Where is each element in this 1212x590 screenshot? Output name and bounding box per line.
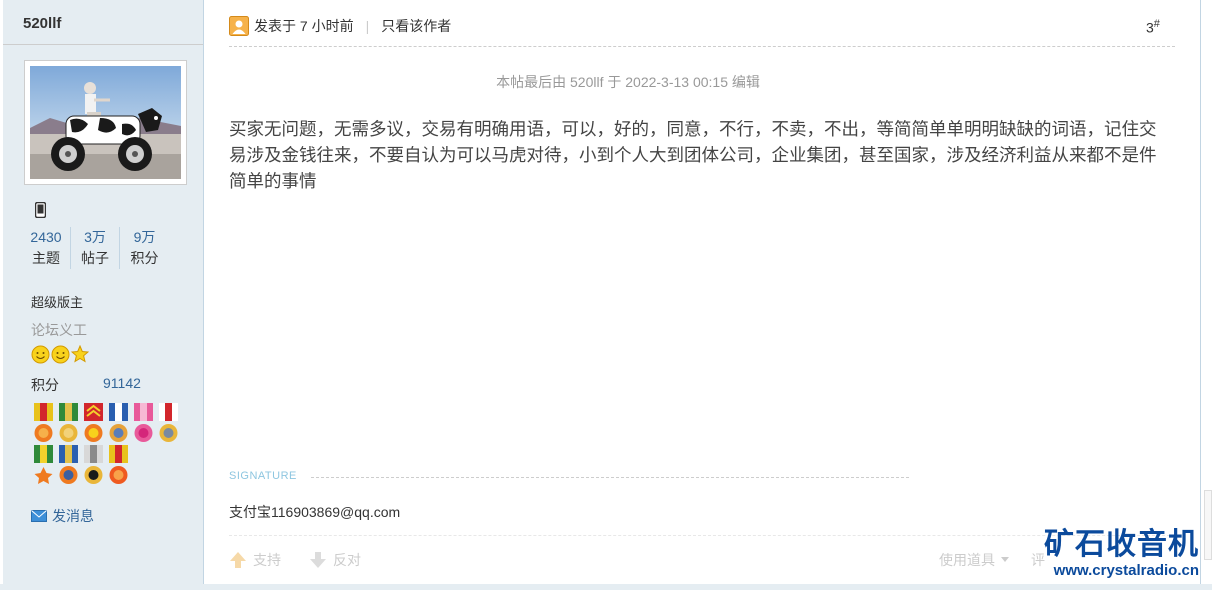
watermark-title: 矿石收音机 — [1044, 527, 1199, 562]
post-content: 买家无问题，无需多议，交易有明确用语，可以，好的，同意，不行，不卖，不出，等简简… — [229, 119, 1157, 191]
medal-icon[interactable] — [31, 403, 56, 445]
author-sidebar: 520llf 2430 主题 3万 帖子 9万 积分 超级版主 论坛义工 积分 … — [3, 0, 204, 584]
floor-value: 3 — [1146, 19, 1154, 36]
floor-mark: # — [1153, 18, 1160, 30]
support-label: 支持 — [253, 552, 281, 568]
rank-stars — [31, 345, 89, 364]
user-online-icon — [229, 16, 249, 36]
medal-list — [31, 403, 187, 487]
avatar-image — [30, 66, 181, 179]
signature-text: 支付宝116903869@qq.com — [229, 504, 401, 520]
separator: | — [365, 18, 370, 34]
edited-note: 本帖最后由 520llf 于 2022-3-13 00:15 编辑 — [496, 74, 760, 90]
bottom-strip — [0, 584, 1212, 590]
points-value: 91142 — [103, 375, 141, 391]
send-message-label: 发消息 — [52, 508, 94, 524]
oppose-button[interactable]: 反对 — [309, 550, 361, 570]
medal-icon[interactable] — [31, 445, 56, 487]
sun-icon — [31, 345, 50, 364]
stat-label: 帖子 — [81, 250, 109, 266]
footer-divider — [229, 535, 1175, 536]
medal-icon[interactable] — [56, 403, 81, 445]
signature-divider — [311, 477, 909, 478]
content-border — [1200, 0, 1201, 584]
stat-credits[interactable]: 9万 积分 — [120, 227, 169, 269]
medal-icon[interactable] — [56, 445, 81, 487]
medal-icon[interactable] — [131, 403, 156, 445]
author-only-link[interactable]: 只看该作者 — [381, 16, 451, 36]
medal-icon[interactable] — [81, 403, 106, 445]
medal-icon[interactable] — [156, 403, 181, 445]
oppose-label: 反对 — [333, 552, 361, 568]
support-button[interactable]: 支持 — [229, 550, 281, 570]
user-group[interactable]: 超级版主 — [31, 292, 83, 311]
use-tools-button[interactable]: 使用道具 — [939, 550, 1009, 570]
envelope-icon — [31, 510, 47, 522]
medal-icon[interactable] — [106, 403, 131, 445]
medal-icon[interactable] — [106, 445, 131, 487]
stat-label: 积分 — [130, 250, 159, 266]
stat-value: 9万 — [133, 229, 156, 245]
post-header: 发表于 7 小时前 | 只看该作者 — [229, 16, 451, 36]
post-time: 发表于 7 小时前 — [254, 18, 354, 34]
chevron-down-icon — [1001, 557, 1009, 562]
divider — [3, 44, 203, 45]
rate-button[interactable]: 评 — [1031, 550, 1045, 570]
signature-label: SIGNATURE — [229, 470, 297, 482]
post-body: 发表于 7 小时前 | 只看该作者 3# 本帖最后由 520llf 于 2022… — [205, 0, 1201, 584]
site-watermark: 矿石收音机 www.crystalradio.cn — [1044, 528, 1199, 580]
stat-value: 2430 — [30, 229, 62, 245]
stat-threads[interactable]: 2430 主题 — [22, 227, 71, 269]
user-subgroup: 论坛义工 — [31, 322, 87, 338]
sun-icon — [51, 345, 70, 364]
points-label: 积分 — [31, 377, 59, 393]
mobile-icon — [34, 201, 47, 223]
medal-icon[interactable] — [81, 445, 106, 487]
floor-number[interactable]: 3# — [1146, 18, 1160, 36]
stat-label: 主题 — [32, 250, 60, 266]
send-message-link[interactable]: 发消息 — [31, 506, 94, 526]
tools-label: 使用道具 — [939, 552, 995, 568]
author-stats: 2430 主题 3万 帖子 9万 积分 — [22, 227, 169, 269]
stat-posts[interactable]: 3万 帖子 — [71, 227, 120, 269]
side-scroll-tab[interactable] — [1204, 490, 1212, 560]
thumb-up-icon — [230, 552, 246, 568]
thumb-down-icon — [310, 552, 326, 568]
avatar[interactable] — [24, 60, 187, 185]
header-divider — [229, 46, 1175, 47]
author-name[interactable]: 520llf — [23, 15, 61, 32]
star-icon — [71, 345, 89, 363]
watermark-url: www.crystalradio.cn — [1053, 562, 1199, 579]
stat-value: 3万 — [84, 229, 106, 245]
points-row: 积分 91142 — [31, 375, 141, 395]
